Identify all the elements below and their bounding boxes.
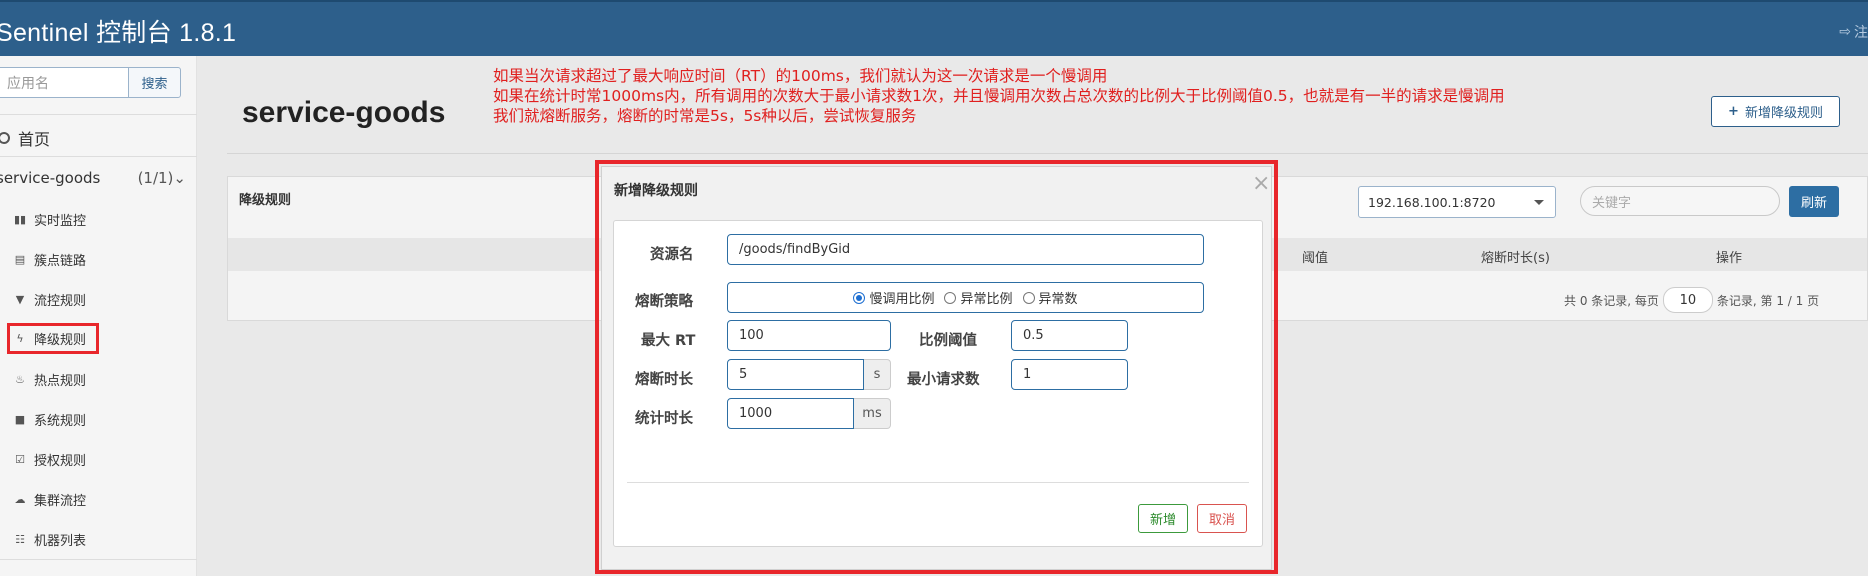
lock-icon: ■ bbox=[14, 413, 26, 426]
sidebar-item-label: 授权规则 bbox=[34, 454, 87, 469]
sidebar-item-system-rules[interactable]: ■ 系统规则 bbox=[14, 410, 86, 429]
keyword-input[interactable]: 关键字 bbox=[1580, 186, 1780, 216]
app-search-input[interactable]: 应用名 bbox=[0, 67, 128, 98]
add-degrade-rule-button[interactable]: + 新增降级规则 bbox=[1711, 96, 1840, 127]
sidebar-item-machine-list[interactable]: ☷ 机器列表 bbox=[14, 530, 86, 549]
form-divider bbox=[627, 482, 1249, 483]
sidebar-item-label: 机器列表 bbox=[34, 534, 87, 549]
close-icon[interactable]: × bbox=[1252, 171, 1270, 196]
stat-interval-label: 统计时长 bbox=[635, 411, 693, 427]
dashboard-icon bbox=[0, 132, 10, 144]
sidebar-item-label: 降级规则 bbox=[34, 333, 87, 348]
ratio-threshold-label: 比例阈值 bbox=[919, 333, 977, 349]
pagination: 共 0 条记录, 每页 10 条记录, 第 1 / 1 页 bbox=[1564, 287, 1819, 313]
column-header: 熔断时长(s) bbox=[1481, 251, 1550, 266]
resource-name-input[interactable]: /goods/findByGid bbox=[727, 234, 1204, 265]
min-request-input[interactable]: 1 bbox=[1011, 359, 1128, 390]
app-instance-count: (1/1)⌄ bbox=[137, 169, 186, 187]
column-header: 阈值 bbox=[1302, 251, 1329, 266]
filter-icon: ▼ bbox=[15, 293, 25, 306]
pager-prefix: 共 0 条记录, 每页 bbox=[1564, 293, 1659, 308]
add-degrade-rule-dialog: 新增降级规则 × 资源名 /goods/findByGid 熔断策略 慢调用比例… bbox=[601, 166, 1272, 570]
header-divider bbox=[227, 153, 1868, 154]
radio-unchecked-icon bbox=[944, 291, 957, 304]
strategy-label: 熔断策略 bbox=[635, 294, 693, 310]
radio-unchecked-icon bbox=[1022, 291, 1035, 304]
caret-down-icon bbox=[1534, 200, 1544, 205]
degrade-rule-form: 资源名 /goods/findByGid 熔断策略 慢调用比例 异常比例 异常数… bbox=[613, 220, 1263, 547]
ratio-threshold-input[interactable]: 0.5 bbox=[1011, 320, 1128, 351]
strategy-error-count-radio[interactable]: 异常数 bbox=[1022, 288, 1078, 307]
app-search: 应用名 搜索 bbox=[0, 67, 181, 98]
cancel-button[interactable]: 取消 bbox=[1197, 504, 1247, 533]
max-rt-label: 最大 RT bbox=[641, 333, 696, 349]
bar-chart-icon: ▮▮ bbox=[14, 213, 27, 226]
annotation-notes: 如果当次请求超过了最大响应时间（RT）的100ms，我们就认为这一次请求是一个慢… bbox=[493, 66, 1505, 126]
page-size-input[interactable]: 10 bbox=[1662, 287, 1713, 313]
sidebar-divider bbox=[0, 114, 197, 115]
sidebar-item-home[interactable]: 首页 bbox=[0, 126, 50, 150]
machine-select[interactable]: 192.168.100.1:8720 bbox=[1358, 186, 1556, 218]
list-icon: ▤ bbox=[14, 253, 26, 266]
duration-unit: s bbox=[864, 359, 891, 390]
sidebar-item-label: 热点规则 bbox=[34, 374, 87, 389]
max-rt-input[interactable]: 100 bbox=[727, 320, 891, 351]
stat-interval-unit: ms bbox=[854, 398, 891, 429]
pager-suffix: 条记录, 第 1 / 1 页 bbox=[1716, 293, 1820, 308]
logout-label: 注 bbox=[1854, 25, 1868, 41]
panel-title: 降级规则 bbox=[239, 193, 292, 208]
annotation-line: 我们就熔断服务，熔断的时常是5s，5s种以后，尝试恢复服务 bbox=[493, 107, 917, 125]
strategy-error-ratio-radio[interactable]: 异常比例 bbox=[944, 288, 1013, 307]
sidebar: 应用名 搜索 首页 service-goods (1/1)⌄ ▮▮ 实时监控 ▤… bbox=[0, 56, 197, 576]
app-title[interactable]: Sentinel 控制台 1.8.1 bbox=[0, 13, 236, 49]
sidebar-item-degrade-rules[interactable]: ϟ 降级规则 bbox=[7, 323, 100, 354]
sidebar-item-realtime-monitor[interactable]: ▮▮ 实时监控 bbox=[14, 210, 86, 229]
page-title: service-goods bbox=[242, 96, 446, 129]
logout-link[interactable]: ⇨ 注 bbox=[1839, 22, 1868, 42]
duration-label: 熔断时长 bbox=[635, 372, 693, 388]
sidebar-divider bbox=[0, 559, 197, 560]
sidebar-item-flow-rules[interactable]: ▼ 流控规则 bbox=[14, 290, 86, 309]
app-search-button[interactable]: 搜索 bbox=[128, 67, 181, 98]
th-list-icon: ☷ bbox=[15, 533, 25, 546]
min-request-label: 最小请求数 bbox=[907, 372, 980, 388]
sidebar-item-label: 集群流控 bbox=[34, 494, 87, 509]
top-navbar: Sentinel 控制台 1.8.1 ⇨ 注 bbox=[0, 0, 1868, 56]
sidebar-item-cluster-flow[interactable]: ☁ 集群流控 bbox=[14, 490, 87, 509]
annotation-line: 如果当次请求超过了最大响应时间（RT）的100ms，我们就认为这一次请求是一个慢… bbox=[493, 67, 1108, 85]
sidebar-item-label: 簇点链路 bbox=[34, 254, 87, 269]
cloud-icon: ☁ bbox=[14, 493, 26, 506]
annotation-line: 如果在统计时常1000ms内，所有调用的次数大于最小请求数1次，并且慢调用次数占… bbox=[493, 87, 1505, 105]
sidebar-divider bbox=[0, 156, 197, 157]
chevron-down-icon: ⌄ bbox=[173, 169, 186, 187]
strategy-radio-group: 慢调用比例 异常比例 异常数 bbox=[727, 282, 1204, 313]
stat-interval-input[interactable]: 1000 bbox=[727, 398, 854, 429]
duration-input[interactable]: 5 bbox=[727, 359, 864, 390]
flash-icon: ϟ bbox=[16, 332, 24, 345]
machine-select-value: 192.168.100.1:8720 bbox=[1368, 194, 1496, 210]
home-label: 首页 bbox=[18, 130, 51, 149]
fire-icon: ♨ bbox=[15, 373, 25, 386]
sidebar-item-hotspot-rules[interactable]: ♨ 热点规则 bbox=[14, 370, 86, 389]
radio-checked-icon bbox=[853, 291, 866, 304]
check-icon: ☑ bbox=[15, 453, 25, 466]
sidebar-item-label: 流控规则 bbox=[34, 294, 87, 309]
plus-icon: + bbox=[1728, 104, 1739, 119]
sidebar-item-cluster-link[interactable]: ▤ 簇点链路 bbox=[14, 250, 86, 269]
refresh-button[interactable]: 刷新 bbox=[1789, 186, 1839, 217]
sidebar-app-service-goods[interactable]: service-goods (1/1)⌄ bbox=[0, 169, 186, 187]
add-rule-label: 新增降级规则 bbox=[1744, 106, 1823, 121]
sidebar-item-label: 实时监控 bbox=[34, 214, 87, 229]
sidebar-item-label: 系统规则 bbox=[34, 414, 87, 429]
resource-label: 资源名 bbox=[650, 247, 694, 263]
app-name: service-goods bbox=[0, 169, 101, 187]
strategy-slow-ratio-radio[interactable]: 慢调用比例 bbox=[853, 288, 934, 307]
dialog-title: 新增降级规则 bbox=[614, 183, 698, 199]
sidebar-item-auth-rules[interactable]: ☑ 授权规则 bbox=[14, 450, 86, 469]
sign-out-icon: ⇨ bbox=[1839, 24, 1851, 40]
submit-add-button[interactable]: 新增 bbox=[1138, 504, 1188, 533]
column-header: 操作 bbox=[1716, 251, 1743, 266]
